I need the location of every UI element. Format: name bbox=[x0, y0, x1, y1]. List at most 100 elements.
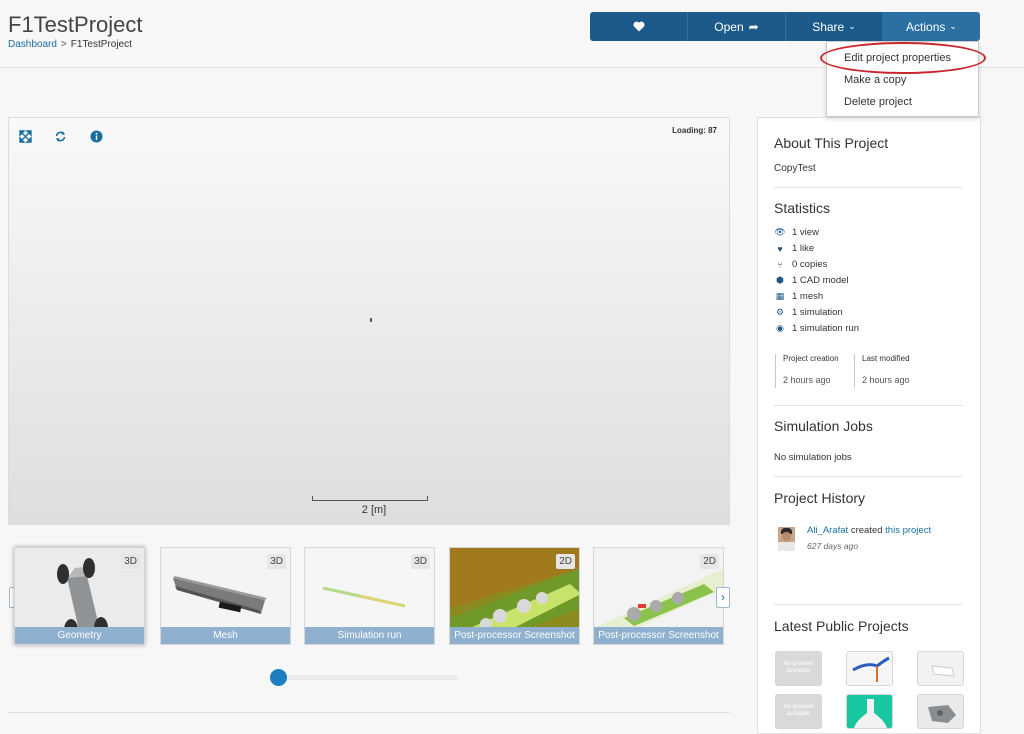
carousel-thumb-mesh[interactable]: 3D Mesh bbox=[160, 547, 291, 645]
modified-label: Last modified bbox=[862, 354, 910, 363]
actions-dropdown-menu: Edit project properties Make a copy Dele… bbox=[826, 41, 979, 117]
actions-button-label: Actions bbox=[906, 19, 946, 34]
stat-text: 0 copies bbox=[792, 259, 828, 270]
heart-icon: ♥ bbox=[777, 243, 783, 254]
stat-text: 1 simulation bbox=[792, 307, 843, 318]
simulation-jobs-heading: Simulation Jobs bbox=[774, 418, 873, 434]
info-icon[interactable] bbox=[89, 130, 103, 144]
thumb-caption: Post-processor Screenshot bbox=[594, 627, 723, 644]
chevron-down-icon: ⌄ bbox=[848, 21, 856, 31]
public-project-tile[interactable]: No preview available bbox=[775, 651, 822, 686]
stat-likes: ♥ 1 like bbox=[774, 243, 814, 254]
like-button[interactable] bbox=[590, 12, 688, 41]
avatar[interactable] bbox=[778, 527, 795, 551]
menu-item-make-a-copy[interactable]: Make a copy bbox=[844, 74, 906, 86]
share-button-label: Share bbox=[812, 19, 845, 34]
divider bbox=[774, 405, 963, 406]
share-button[interactable]: Share ⌄ bbox=[786, 12, 883, 41]
project-preview-image bbox=[928, 705, 956, 723]
history-entry: Ali_Arafat created this project bbox=[807, 525, 931, 536]
carousel-thumb-simulation-run[interactable]: 3D Simulation run bbox=[304, 547, 435, 645]
open-button[interactable]: Open ➦ bbox=[688, 12, 786, 41]
history-verb: created bbox=[850, 525, 883, 536]
model-render-speck bbox=[370, 318, 372, 322]
eye-icon: 👁 bbox=[774, 227, 786, 237]
project-creation-date: Project creation 2 hours ago bbox=[775, 354, 839, 388]
created-label: Project creation bbox=[783, 354, 839, 363]
thumb-badge: 3D bbox=[411, 554, 430, 569]
refresh-icon[interactable] bbox=[53, 130, 67, 144]
stat-text: 1 mesh bbox=[792, 291, 824, 302]
stat-cad-models: ⬢ 1 CAD model bbox=[774, 275, 849, 286]
stat-text: 1 simulation run bbox=[792, 323, 860, 334]
cube-icon: ⬢ bbox=[776, 275, 784, 285]
stat-text: 1 CAD model bbox=[792, 275, 849, 286]
section-divider bbox=[8, 712, 730, 713]
thumb-caption: Mesh bbox=[161, 627, 290, 644]
breadcrumb: Dashboard > F1TestProject bbox=[8, 39, 132, 50]
thumb-badge: 2D bbox=[700, 554, 719, 569]
no-preview-text: No preview available bbox=[783, 661, 814, 674]
fullscreen-icon[interactable] bbox=[18, 130, 32, 144]
project-history-heading: Project History bbox=[774, 490, 866, 506]
latest-public-projects-heading: Latest Public Projects bbox=[774, 618, 909, 634]
stat-text: 1 like bbox=[792, 243, 815, 254]
stat-simulation-runs: ◉ 1 simulation run bbox=[774, 323, 859, 334]
breadcrumb-current: F1TestProject bbox=[70, 39, 132, 50]
menu-item-edit-project-properties[interactable]: Edit project properties bbox=[844, 52, 951, 64]
divider bbox=[774, 476, 963, 477]
gears-icon: ⚙ bbox=[775, 307, 785, 317]
public-project-tile[interactable] bbox=[846, 651, 893, 686]
project-action-bar: Open ➦ Share ⌄ Actions ⌄ bbox=[590, 12, 980, 41]
carousel-thumb-post-processor-1[interactable]: 2D Post-processor Screenshot bbox=[449, 547, 580, 645]
divider bbox=[774, 604, 963, 605]
history-user-link[interactable]: Ali_Arafat bbox=[807, 525, 848, 536]
stat-copies: ⑂ 0 copies bbox=[774, 259, 827, 270]
public-project-tile[interactable]: No preview available bbox=[775, 694, 822, 729]
thumb-badge: 3D bbox=[267, 554, 286, 569]
stat-simulations: ⚙ 1 simulation bbox=[774, 307, 843, 318]
project-preview-image bbox=[854, 699, 887, 728]
thumb-caption: Post-processor Screenshot bbox=[450, 627, 579, 644]
carousel-slider-handle[interactable] bbox=[270, 669, 287, 686]
no-preview-text: No preview available bbox=[783, 704, 814, 717]
thumb-badge: 3D bbox=[121, 554, 140, 569]
thumb-caption: Simulation run bbox=[305, 627, 434, 644]
breadcrumb-separator: > bbox=[60, 39, 67, 50]
history-project-link[interactable]: this project bbox=[885, 525, 931, 536]
carousel-thumb-geometry[interactable]: 3D Geometry bbox=[14, 547, 145, 645]
thumb-badge: 2D bbox=[556, 554, 575, 569]
share-arrow-icon: ➦ bbox=[748, 19, 759, 34]
carousel-thumb-post-processor-2[interactable]: 2D Post-processor Screenshot bbox=[593, 547, 724, 645]
public-project-tile[interactable] bbox=[846, 694, 893, 729]
carousel-next-button[interactable]: › bbox=[716, 587, 730, 608]
3d-viewer[interactable]: Loading: 87 2 [m] bbox=[8, 117, 730, 525]
public-project-tile[interactable] bbox=[917, 694, 964, 729]
project-info-sidebar: About This Project CopyTest Statistics 👁… bbox=[757, 117, 981, 734]
public-project-tile[interactable] bbox=[917, 651, 964, 686]
menu-item-delete-project[interactable]: Delete project bbox=[844, 96, 912, 108]
statistics-heading: Statistics bbox=[774, 200, 831, 216]
breadcrumb-dashboard-link[interactable]: Dashboard bbox=[8, 39, 57, 50]
heart-icon bbox=[633, 21, 644, 32]
project-preview-image bbox=[931, 665, 955, 677]
about-heading: About This Project bbox=[774, 135, 889, 151]
loading-indicator: Loading: 87 bbox=[672, 126, 717, 135]
carousel-slider-track[interactable] bbox=[278, 675, 458, 680]
project-description: CopyTest bbox=[774, 163, 816, 174]
last-modified-date: Last modified 2 hours ago bbox=[854, 354, 910, 388]
stat-text: 1 view bbox=[792, 227, 819, 238]
scale-bar bbox=[312, 496, 428, 501]
page-title: F1TestProject bbox=[8, 12, 143, 37]
stat-meshes: ▦ 1 mesh bbox=[774, 291, 823, 302]
open-button-label: Open bbox=[714, 19, 744, 34]
stat-views: 👁 1 view bbox=[774, 227, 819, 238]
divider bbox=[774, 187, 963, 188]
simulation-jobs-empty: No simulation jobs bbox=[774, 452, 852, 463]
actions-button[interactable]: Actions ⌄ bbox=[883, 12, 980, 41]
thumb-caption: Geometry bbox=[15, 627, 144, 644]
created-value: 2 hours ago bbox=[783, 375, 831, 385]
modified-value: 2 hours ago bbox=[862, 375, 910, 385]
chevron-down-icon: ⌄ bbox=[949, 21, 957, 31]
project-preview-image bbox=[852, 656, 890, 682]
